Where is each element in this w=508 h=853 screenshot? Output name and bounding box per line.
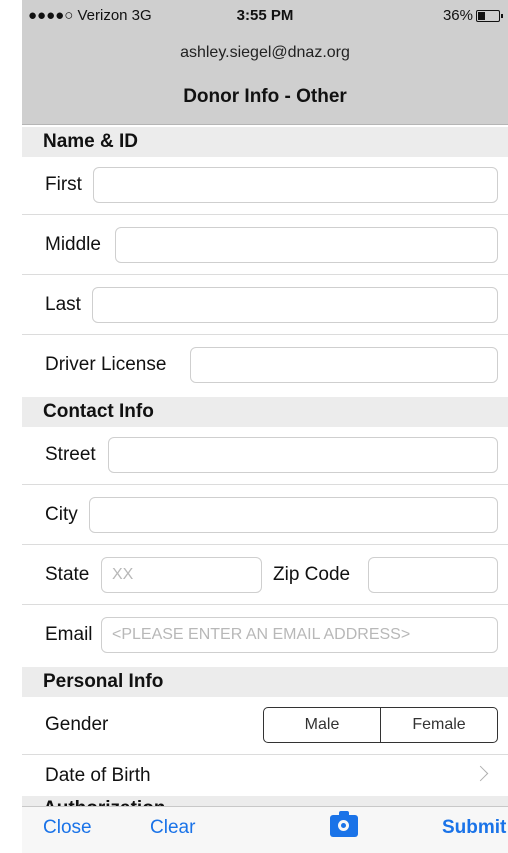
battery-status: 36%	[442, 7, 503, 24]
first-label: First	[45, 174, 82, 195]
state-input[interactable]: XX	[101, 557, 262, 593]
user-email: ashley.siegel@dnaz.org	[180, 44, 350, 61]
row-date-of-birth[interactable]: Date of Birth	[22, 748, 508, 796]
row-middle: Middle	[22, 215, 508, 275]
zip-code-input[interactable]	[368, 557, 498, 593]
page-header: ashley.siegel@dnaz.org Donor Info - Othe…	[22, 32, 508, 125]
email-input[interactable]: <PLEASE ENTER AN EMAIL ADDRESS>	[101, 617, 498, 653]
gender-option-female[interactable]: Female	[380, 708, 497, 742]
row-driver-license: Driver License	[22, 335, 508, 395]
battery-icon	[476, 9, 503, 22]
clear-button[interactable]: Clear	[150, 817, 195, 839]
authorization-label: Authorization	[43, 798, 165, 806]
status-bar: ●●●●○ Verizon 3G 3:55 PM 36%	[22, 0, 508, 32]
chevron-right-icon	[472, 765, 489, 782]
row-street: Street	[22, 425, 508, 485]
city-label: City	[45, 504, 78, 525]
status-time: 3:55 PM	[236, 7, 294, 24]
gender-segmented-control[interactable]: Male Female	[263, 707, 498, 743]
gender-label: Gender	[45, 714, 109, 735]
battery-percent: 36%	[442, 7, 473, 24]
driver-license-label: Driver License	[45, 354, 167, 375]
row-email: Email <PLEASE ENTER AN EMAIL ADDRESS>	[22, 605, 508, 665]
gender-option-male[interactable]: Male	[264, 708, 380, 742]
submit-button[interactable]: Submit	[442, 817, 506, 839]
camera-icon[interactable]	[330, 811, 358, 837]
row-first: First	[22, 155, 508, 215]
carrier-signal: ●●●●○ Verizon 3G	[28, 7, 152, 24]
zip-code-label: Zip Code	[273, 564, 351, 585]
row-last: Last	[22, 275, 508, 335]
section-name-id: Name & ID	[22, 127, 508, 157]
last-label: Last	[45, 294, 81, 315]
street-input[interactable]	[108, 437, 498, 473]
street-label: Street	[45, 444, 96, 465]
row-state-zip: State XX Zip Code	[22, 545, 508, 605]
page-title: Donor Info - Other	[183, 86, 347, 107]
last-name-input[interactable]	[92, 287, 498, 323]
row-city: City	[22, 485, 508, 545]
driver-license-input[interactable]	[190, 347, 498, 383]
middle-label: Middle	[45, 234, 101, 255]
section-contact-info: Contact Info	[22, 397, 508, 427]
section-personal-info: Personal Info	[22, 667, 508, 697]
row-gender: Gender Male Female	[22, 695, 508, 755]
bottom-toolbar: Close Clear Submit	[22, 806, 508, 853]
email-label: Email	[45, 624, 93, 645]
section-authorization: Authorization	[22, 796, 508, 806]
close-button[interactable]: Close	[43, 817, 92, 839]
state-label: State	[45, 564, 90, 585]
city-input[interactable]	[89, 497, 498, 533]
first-name-input[interactable]	[93, 167, 498, 203]
middle-name-input[interactable]	[115, 227, 498, 263]
